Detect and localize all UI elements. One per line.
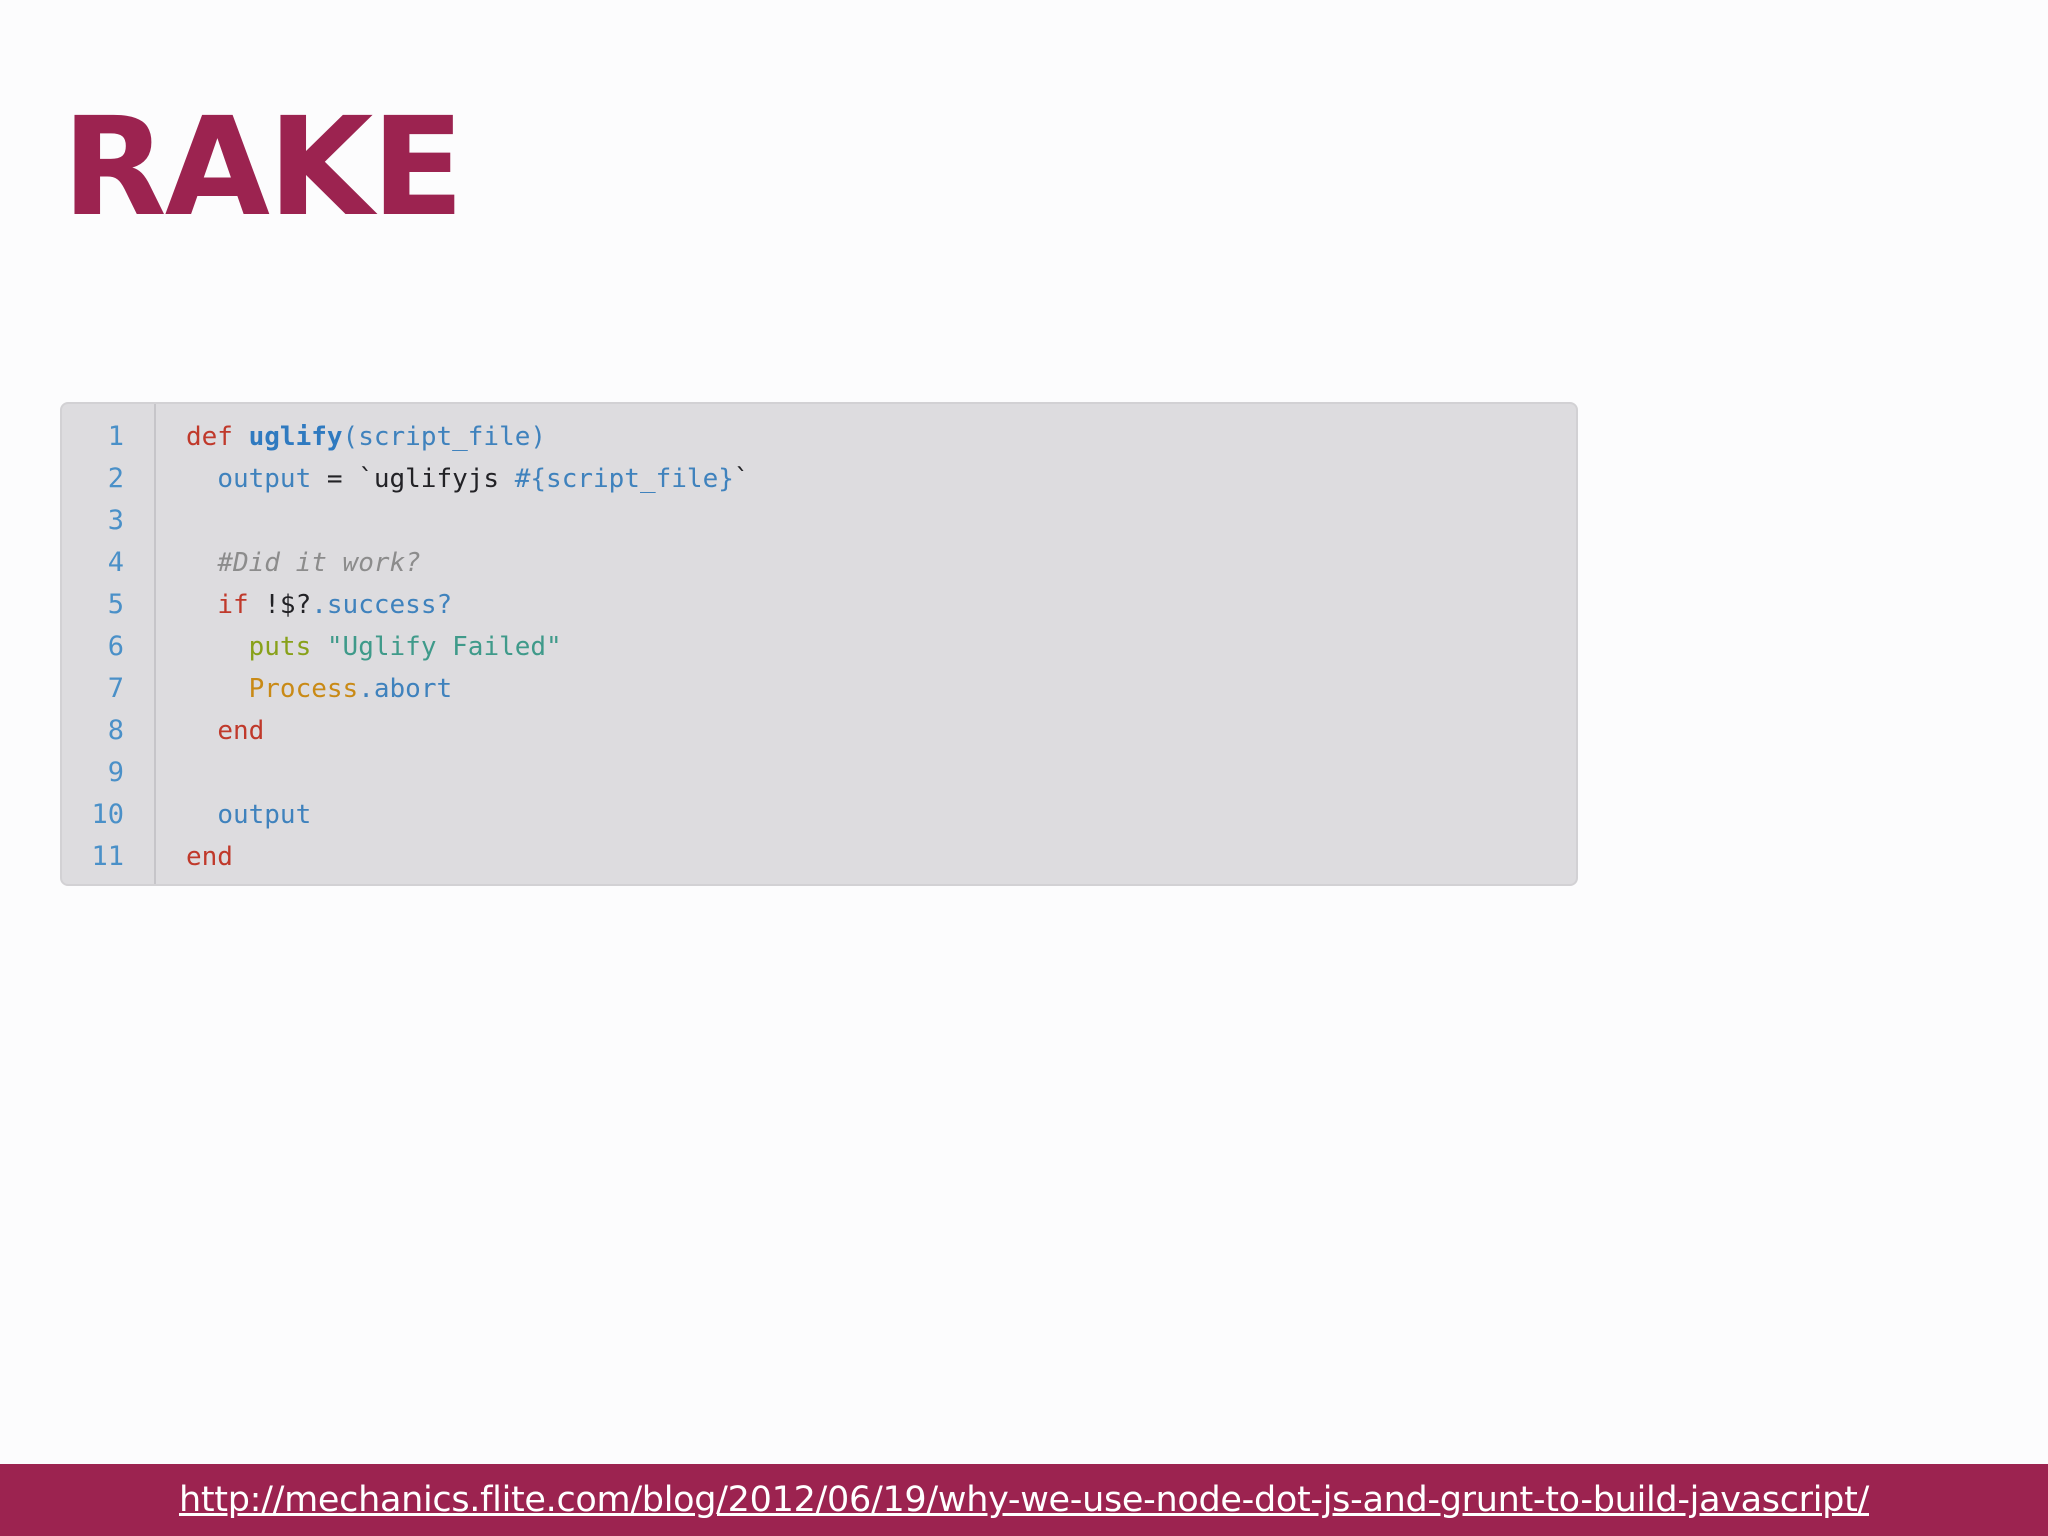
code-token: "Uglify Failed" <box>326 632 562 662</box>
source-link[interactable]: http://mechanics.flite.com/blog/2012/06/… <box>0 1464 2048 1536</box>
line-number: 3 <box>107 505 124 536</box>
code-token: puts <box>248 632 312 662</box>
line-number: 4 <box>107 547 124 578</box>
slide-title: RAKE <box>62 89 464 247</box>
code-token: if <box>217 590 249 620</box>
code-line: end <box>186 710 1576 752</box>
line-number: 1 <box>107 421 124 452</box>
code-token: (script_file) <box>342 422 547 452</box>
code-token: #Did it work? <box>217 548 421 578</box>
line-number: 2 <box>107 463 124 494</box>
code-token: end <box>217 716 265 746</box>
code-token: = `uglifyjs <box>311 464 515 494</box>
code-line: def uglify(script_file) <box>186 416 1576 458</box>
code-token: def <box>186 422 233 452</box>
code-token: output <box>217 800 312 830</box>
code-token: output <box>217 464 312 494</box>
code-line: #Did it work? <box>186 542 1576 584</box>
code-line: if !$?.success? <box>186 584 1576 626</box>
line-number: 10 <box>91 799 124 830</box>
code-line: output <box>186 794 1576 836</box>
code-token: Process <box>248 674 359 704</box>
code-block: 1 2 3 4 5 6 7 8 9 10 11 def uglify(script_file) ou… <box>60 402 1578 886</box>
code-token: !$? <box>248 590 312 620</box>
code-line: output = `uglifyjs #{script_file}` <box>186 458 1576 500</box>
code-token: #{script_file} <box>514 464 734 494</box>
line-number: 7 <box>107 673 124 704</box>
code-token: ` <box>733 464 750 494</box>
line-number: 9 <box>107 757 124 788</box>
code-line: Process.abort <box>186 668 1576 710</box>
code-line: puts "Uglify Failed" <box>186 626 1576 668</box>
code-token: end <box>186 842 233 872</box>
line-number: 8 <box>107 715 124 746</box>
line-number: 6 <box>107 631 124 662</box>
code-token: uglify <box>248 422 343 452</box>
footer-bar: http://mechanics.flite.com/blog/2012/06/… <box>0 1464 2048 1536</box>
code-area: def uglify(script_file) output = `uglify… <box>186 416 1576 878</box>
code-token: .success? <box>311 590 453 620</box>
line-number: 11 <box>91 841 124 872</box>
code-token: .abort <box>358 674 453 704</box>
line-number-gutter: 1 2 3 4 5 6 7 8 9 10 11 <box>62 404 156 884</box>
code-line: end <box>186 836 1576 878</box>
line-number: 5 <box>107 589 124 620</box>
